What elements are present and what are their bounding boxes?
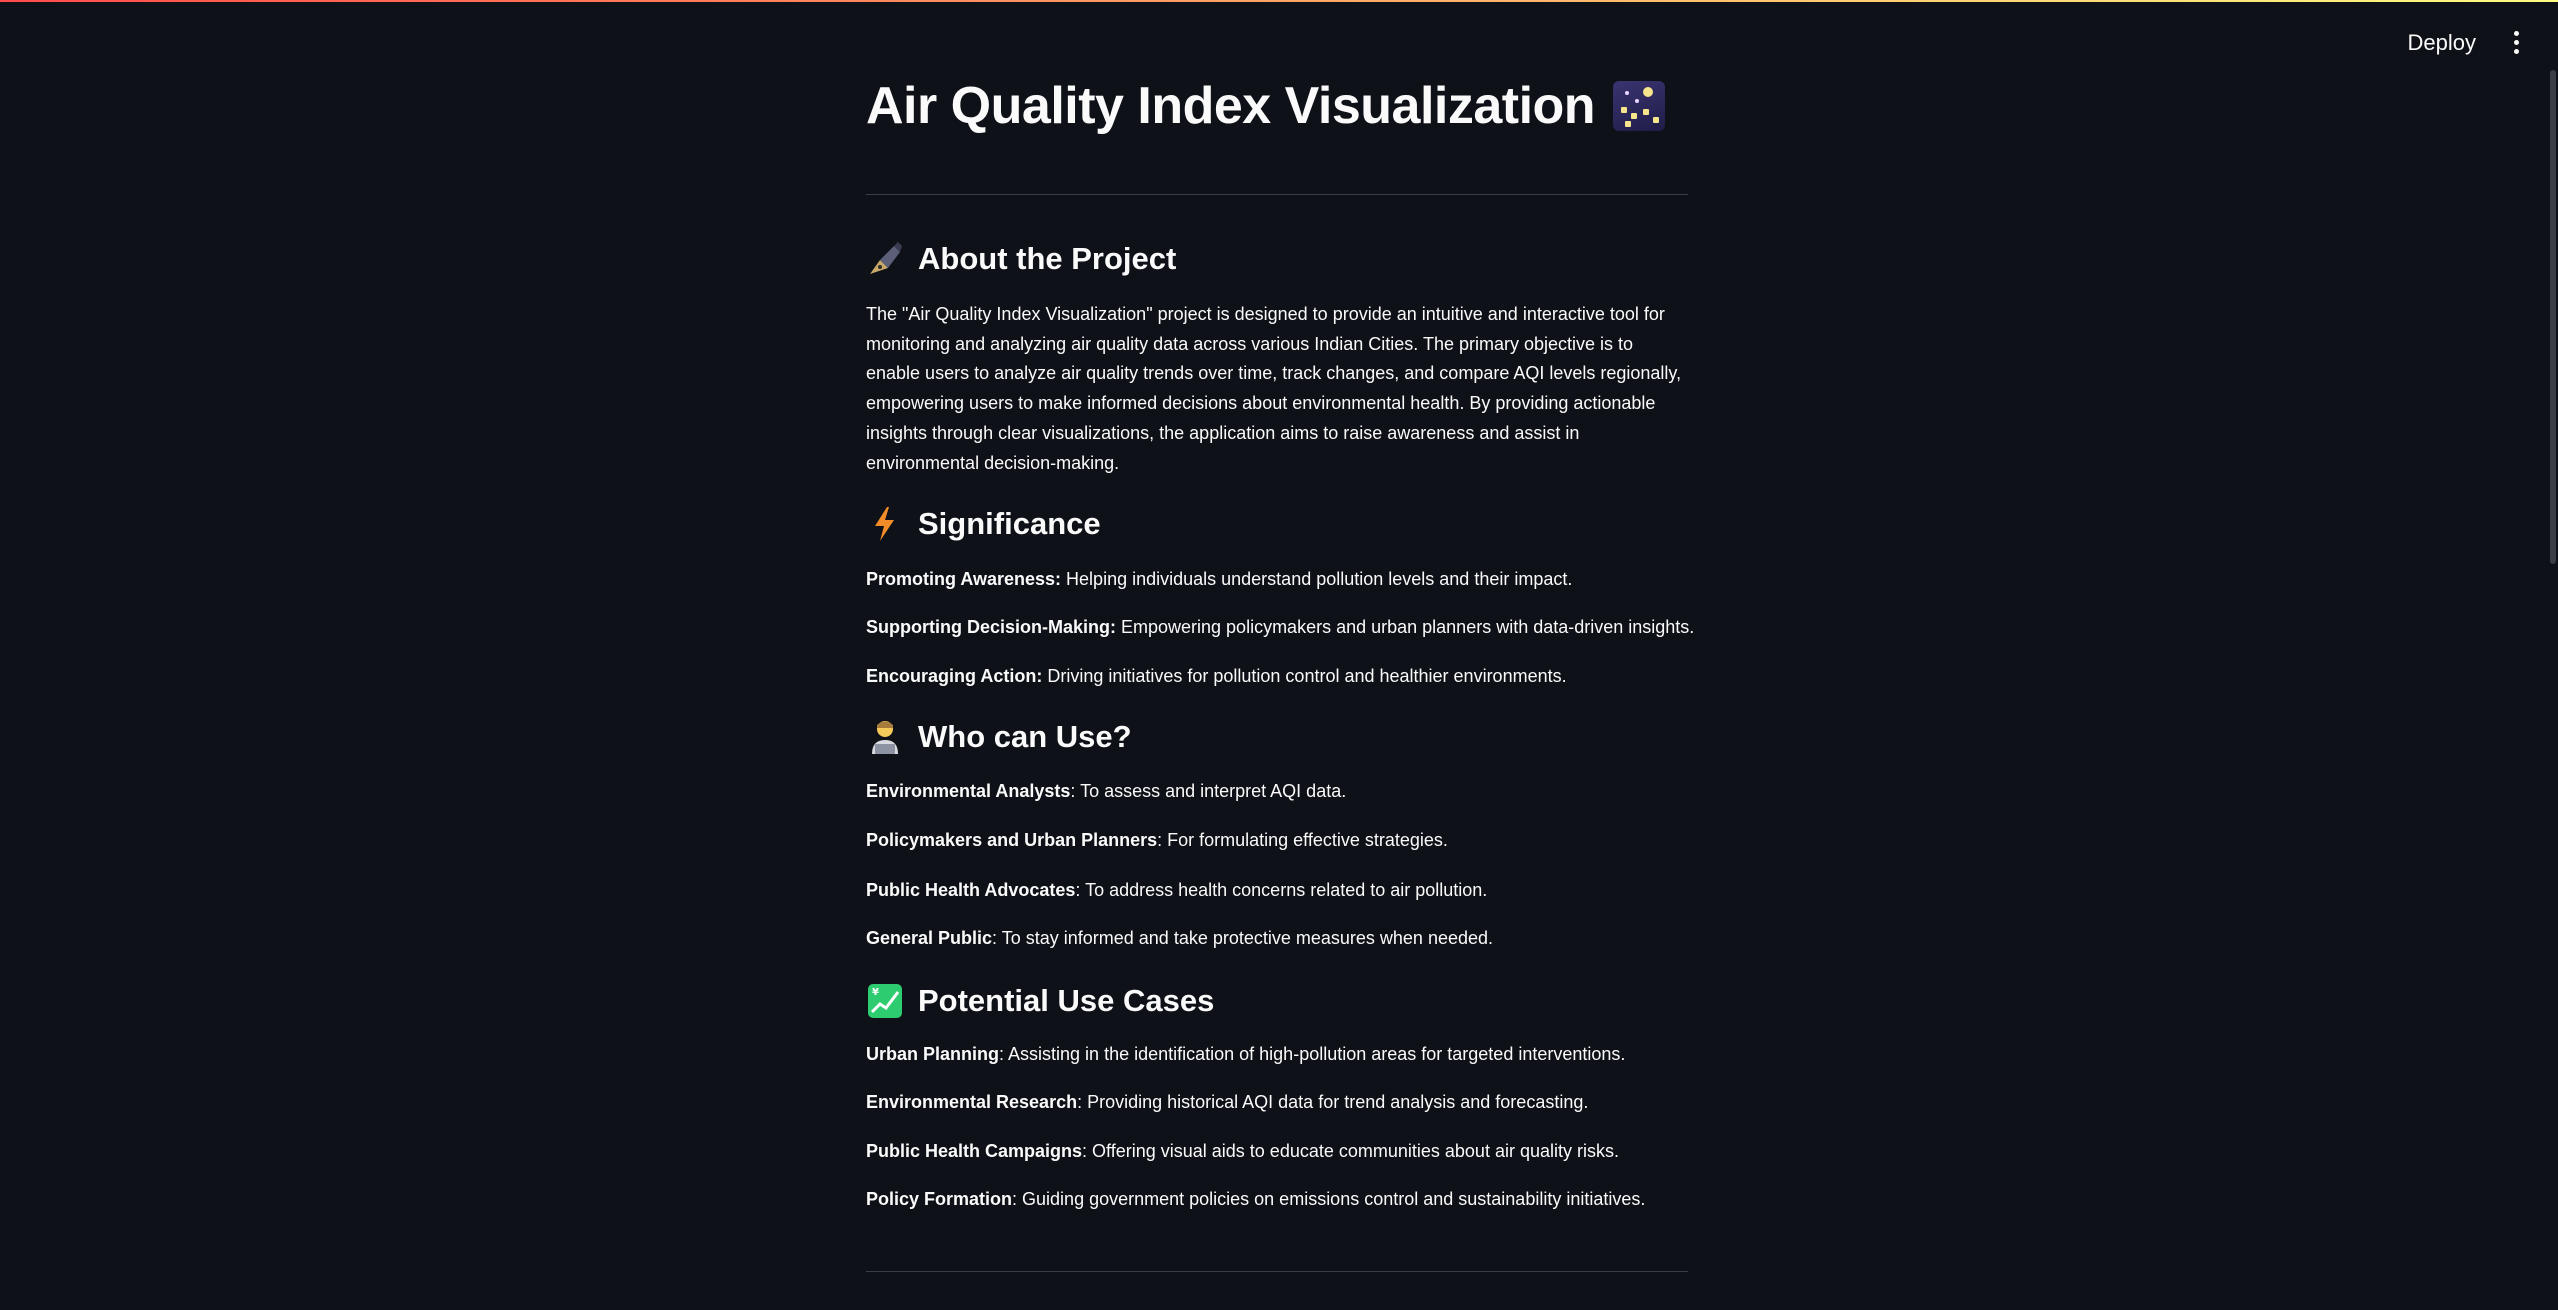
chart-increasing-yen-icon: ¥ xyxy=(866,982,904,1020)
kebab-dot xyxy=(2513,39,2519,45)
list-item: Policymakers and Urban Planners: For for… xyxy=(866,830,1448,850)
about-heading-text: About the Project xyxy=(918,241,1177,276)
list-item: Policy Formation: Guiding government pol… xyxy=(866,1189,1646,1209)
svg-text:¥: ¥ xyxy=(872,987,879,998)
kebab-dot xyxy=(2513,30,2519,36)
fountain-pen-icon xyxy=(866,240,904,278)
about-paragraph: The "Air Quality Index Visualization" pr… xyxy=(866,304,1682,473)
significance-heading-text: Significance xyxy=(918,506,1101,541)
list-item: Urban Planning: Assisting in the identif… xyxy=(866,1044,1626,1064)
about-heading: About the Project xyxy=(866,240,1176,278)
page-title-text: Air Quality Index Visualization xyxy=(866,77,1596,135)
app-header: Deploy xyxy=(0,0,2558,80)
usecases-heading-text: Potential Use Cases xyxy=(918,983,1215,1018)
list-item: Public Health Campaigns: Offering visual… xyxy=(866,1141,1619,1161)
list-item: Encouraging Action: Driving initiatives … xyxy=(866,666,1567,686)
list-item: General Public: To stay informed and tak… xyxy=(866,928,1494,948)
list-item: Supporting Decision-Making: Empowering p… xyxy=(866,617,1695,637)
night-city-icon xyxy=(1613,81,1666,131)
kebab-dot xyxy=(2513,48,2519,54)
significance-heading: Significance xyxy=(866,505,1101,543)
page-title: Air Quality Index Visualization xyxy=(866,76,1666,136)
scrollbar-thumb[interactable] xyxy=(2550,70,2556,564)
usecases-heading: ¥ Potential Use Cases xyxy=(866,982,1214,1020)
list-item: Promoting Awareness: Helping individuals… xyxy=(866,569,1573,589)
who-heading-text: Who can Use? xyxy=(918,719,1132,754)
list-item: Environmental Research: Providing histor… xyxy=(866,1092,1589,1112)
who-heading: Who can Use? xyxy=(866,718,1132,756)
divider xyxy=(866,194,1688,195)
technologist-icon xyxy=(866,718,904,756)
main-menu-button[interactable] xyxy=(2504,28,2528,56)
lightning-icon xyxy=(866,505,904,543)
divider xyxy=(866,1271,1688,1272)
list-item: Public Health Advocates: To address heal… xyxy=(866,880,1488,900)
list-item: Environmental Analysts: To assess and in… xyxy=(866,781,1347,801)
deploy-button[interactable]: Deploy xyxy=(2400,26,2484,60)
